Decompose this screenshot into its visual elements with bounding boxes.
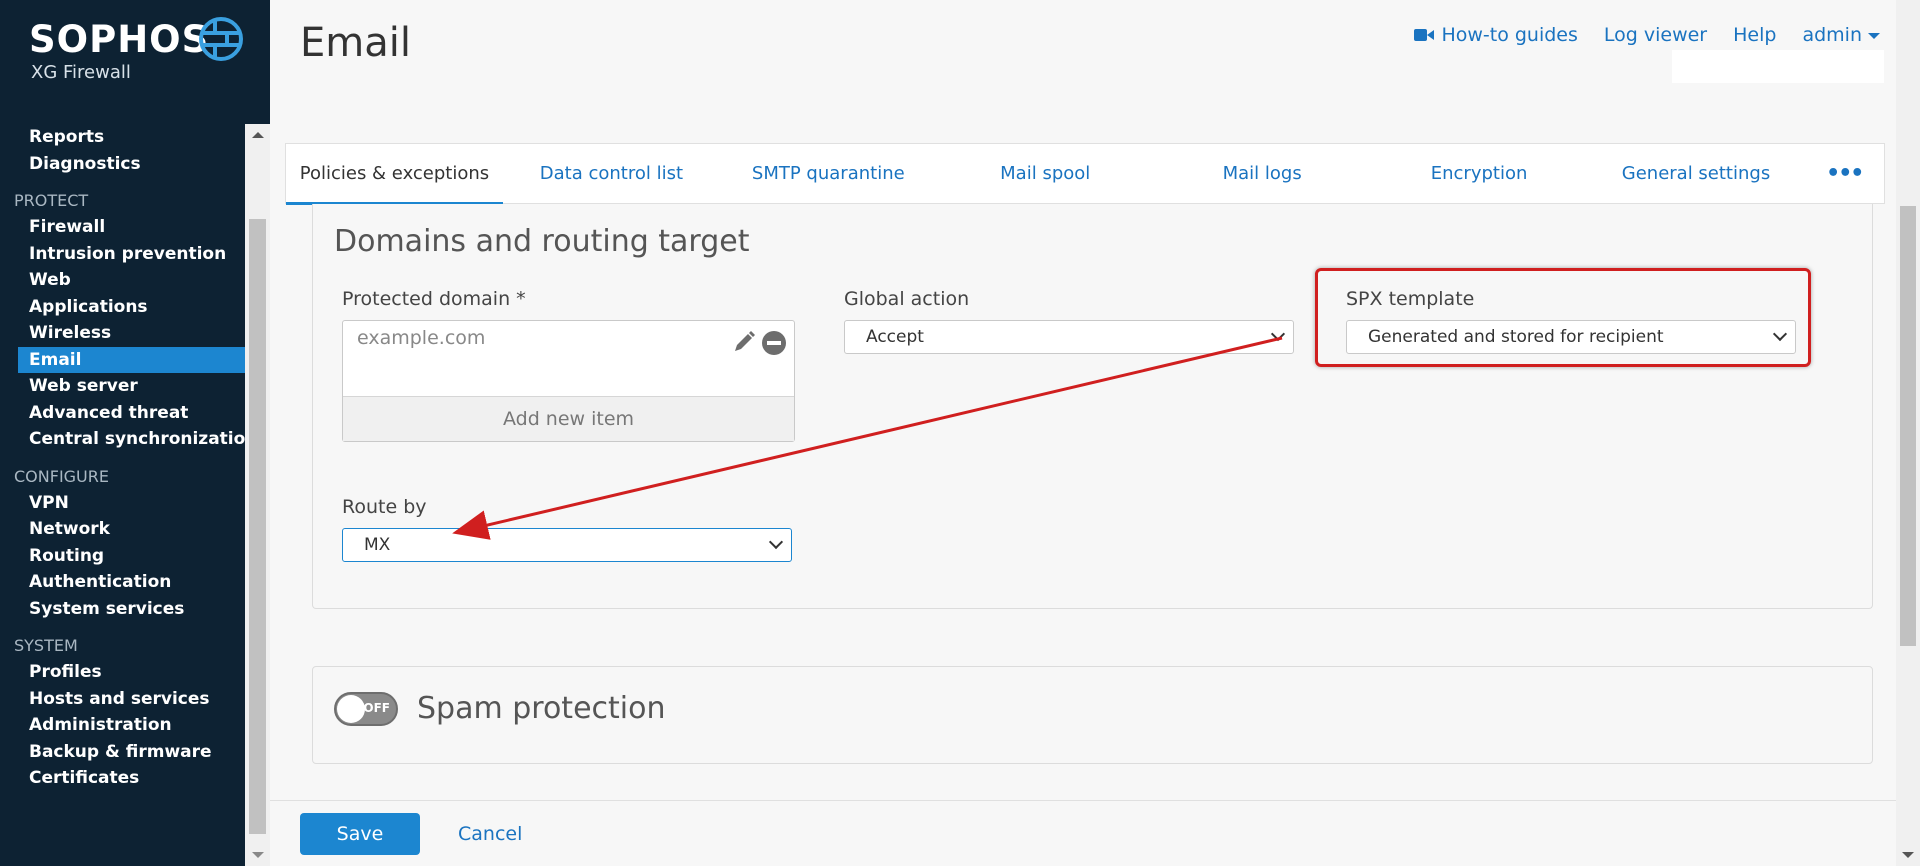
sidebar-item-administration[interactable]: Administration xyxy=(0,712,245,739)
route-by-select[interactable]: MX xyxy=(342,528,792,562)
sidebar-scroll-thumb[interactable] xyxy=(249,219,266,834)
sidebar-section-protect: PROTECT xyxy=(14,191,89,210)
tab-mail-logs[interactable]: Mail logs xyxy=(1154,144,1371,204)
tab-general-settings[interactable]: General settings xyxy=(1588,144,1805,204)
scroll-up-arrow-icon[interactable] xyxy=(252,132,264,138)
sidebar-item-profiles[interactable]: Profiles xyxy=(0,659,245,686)
sidebar-section-configure: CONFIGURE xyxy=(14,466,109,486)
admin-label: admin xyxy=(1802,24,1862,46)
log-viewer-link[interactable]: Log viewer xyxy=(1604,24,1707,46)
annotation-highlight-box xyxy=(1315,268,1811,367)
header-blank-box xyxy=(1672,50,1884,83)
sidebar-scrollbar[interactable] xyxy=(245,124,270,866)
spam-protection-toggle[interactable]: OFF xyxy=(334,692,398,726)
tab-smtp-quarantine[interactable]: SMTP quarantine xyxy=(720,144,937,204)
sidebar-item-backup-firmware[interactable]: Backup & firmware xyxy=(0,739,245,766)
global-action-select[interactable]: Accept xyxy=(844,320,1294,354)
sidebar-item-routing[interactable]: Routing xyxy=(0,543,245,570)
action-bar: Save Cancel xyxy=(270,800,1896,866)
add-new-item-button[interactable]: Add new item xyxy=(343,396,794,441)
sidebar-item-wireless[interactable]: Wireless xyxy=(0,320,245,347)
brand-name: SOPHOS xyxy=(29,18,210,61)
protected-domain-list: example.com Add new item xyxy=(342,320,795,442)
global-action-value: Accept xyxy=(866,327,924,347)
tab-policies-exceptions[interactable]: Policies & exceptions xyxy=(286,144,503,205)
more-tabs-icon[interactable]: ••• xyxy=(1804,144,1884,204)
sidebar-item-network[interactable]: Network xyxy=(0,516,245,543)
domains-routing-title: Domains and routing target xyxy=(334,224,750,259)
product-name: XG Firewall xyxy=(31,62,131,83)
caret-down-icon xyxy=(1868,32,1880,39)
spam-protection-title: Spam protection xyxy=(417,691,666,726)
sidebar-section-system: SYSTEM xyxy=(14,636,78,655)
admin-menu[interactable]: admin xyxy=(1802,24,1880,46)
sidebar-item-intrusion-prevention[interactable]: Intrusion prevention xyxy=(0,241,245,268)
brand-logo: SOPHOS XG Firewall xyxy=(29,18,209,83)
how-to-guides-label: How-to guides xyxy=(1441,24,1578,46)
pencil-icon[interactable] xyxy=(732,330,756,354)
top-links: How-to guides Log viewer Help admin xyxy=(1414,24,1880,46)
sidebar-item-certificates[interactable]: Certificates xyxy=(0,765,245,792)
sidebar-item-web-server[interactable]: Web server xyxy=(0,373,245,400)
route-by-value: MX xyxy=(364,535,391,555)
sidebar-item-firewall[interactable]: Firewall xyxy=(0,214,245,241)
how-to-guides-link[interactable]: How-to guides xyxy=(1414,24,1578,46)
sidebar-item-diagnostics[interactable]: Diagnostics xyxy=(0,151,245,178)
sidebar-item-central-synchronization[interactable]: Central synchronization xyxy=(0,426,245,453)
sidebar-item-reports[interactable]: Reports xyxy=(0,124,245,151)
cancel-button[interactable]: Cancel xyxy=(458,813,522,855)
protected-domain-input[interactable]: example.com xyxy=(357,327,485,349)
chevron-down-icon xyxy=(1270,326,1286,342)
sidebar-item-vpn[interactable]: VPN xyxy=(0,490,245,517)
toggle-state-label: OFF xyxy=(363,701,390,715)
spam-protection-panel: OFF Spam protection xyxy=(312,666,1873,764)
sidebar-item-web[interactable]: Web xyxy=(0,267,245,294)
sidebar-nav: Reports Diagnostics PROTECT Firewall Int… xyxy=(0,124,245,866)
tab-data-control-list[interactable]: Data control list xyxy=(503,144,720,204)
sidebar-item-applications[interactable]: Applications xyxy=(0,294,245,321)
tab-encryption[interactable]: Encryption xyxy=(1371,144,1588,204)
page-title: Email xyxy=(300,20,411,66)
remove-icon[interactable] xyxy=(762,331,786,355)
protected-domain-label: Protected domain * xyxy=(342,288,526,310)
main-scrollbar[interactable] xyxy=(1896,0,1920,866)
sidebar-item-advanced-threat[interactable]: Advanced threat xyxy=(0,400,245,427)
sidebar-item-email[interactable]: Email xyxy=(18,346,245,373)
video-camera-icon xyxy=(1414,29,1435,41)
tab-bar: Policies & exceptions Data control list … xyxy=(285,143,1885,205)
sidebar-item-authentication[interactable]: Authentication xyxy=(0,569,245,596)
main-scroll-thumb[interactable] xyxy=(1900,206,1916,646)
save-button[interactable]: Save xyxy=(300,813,420,855)
sidebar-item-system-services[interactable]: System services xyxy=(0,596,245,623)
sidebar: SOPHOS XG Firewall Reports Diagnostics P… xyxy=(0,0,270,866)
global-action-label: Global action xyxy=(844,288,970,310)
scroll-down-arrow-icon[interactable] xyxy=(252,852,264,858)
sophos-globe-icon xyxy=(199,17,243,61)
toggle-knob xyxy=(337,695,365,723)
chevron-down-icon xyxy=(768,534,784,550)
sidebar-item-hosts-and-services[interactable]: Hosts and services xyxy=(0,686,245,713)
help-link[interactable]: Help xyxy=(1733,24,1776,46)
scroll-down-arrow-icon[interactable] xyxy=(1902,852,1914,858)
tab-mail-spool[interactable]: Mail spool xyxy=(937,144,1154,204)
route-by-label: Route by xyxy=(342,496,427,518)
